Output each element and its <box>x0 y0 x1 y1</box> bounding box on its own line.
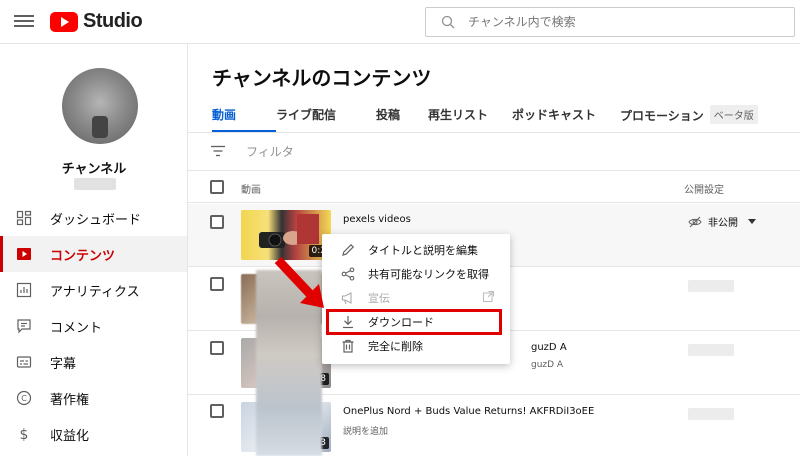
search-input[interactable] <box>468 15 768 29</box>
page-title: チャンネルのコンテンツ <box>212 66 432 90</box>
menu-item-promote: 宣伝 <box>322 286 510 310</box>
menu-item-label: 完全に削除 <box>368 340 423 353</box>
tab-label: ライブ配信 <box>276 108 337 122</box>
app-header: Studio <box>0 0 800 44</box>
video-description[interactable]: 説明を追加 <box>343 424 388 437</box>
hamburger-menu-icon[interactable] <box>14 12 34 32</box>
column-header-visibility[interactable]: 公開設定 <box>684 181 724 196</box>
select-all-checkbox[interactable] <box>210 180 224 194</box>
filter-bar[interactable]: フィルタ <box>188 133 800 171</box>
video-options-menu: タイトルと説明を編集 共有可能なリンクを取得 宣伝 ダウンロード 完全に削除 <box>322 234 510 364</box>
external-link-icon <box>483 291 494 305</box>
logo-text: Studio <box>83 10 143 32</box>
search-box[interactable] <box>425 7 795 37</box>
menu-item-edit-title[interactable]: タイトルと説明を編集 <box>322 238 510 262</box>
youtube-play-icon <box>50 11 78 32</box>
copyright-icon: C <box>14 388 34 408</box>
tab-label: プロモーション <box>620 109 704 123</box>
sidebar-item-label: コンテンツ <box>50 248 116 264</box>
tab-label: ポッドキャスト <box>512 108 597 122</box>
caret-down-icon <box>748 218 756 224</box>
visibility-dropdown[interactable]: 非公開 <box>688 214 756 229</box>
tab-label: 再生リスト <box>428 108 489 122</box>
content-tabs: 動画 ライブ配信 投稿 再生リスト ポッドキャスト プロモーション ベータ版 <box>212 100 780 133</box>
filter-label: フィルタ <box>246 145 294 159</box>
channel-handle-redacted <box>74 178 116 190</box>
megaphone-icon <box>340 290 356 306</box>
row-checkbox[interactable] <box>210 404 224 418</box>
share-icon <box>340 266 356 282</box>
sidebar-item-monetization[interactable]: $ 収益化 <box>0 416 187 452</box>
comments-icon <box>14 316 34 336</box>
channel-name: チャンネル <box>61 162 127 177</box>
sidebar-item-subtitles[interactable]: 字幕 <box>0 344 187 380</box>
sidebar-item-label: アナリティクス <box>50 284 140 300</box>
annotation-arrow-icon <box>274 256 324 308</box>
search-icon <box>434 15 462 29</box>
download-highlight-box <box>326 309 502 335</box>
svg-text:C: C <box>21 394 27 403</box>
sidebar-item-dashboard[interactable]: ダッシュボード <box>0 200 187 236</box>
sidebar-item-label: ダッシュボード <box>50 212 142 228</box>
row-checkbox[interactable] <box>210 341 224 355</box>
eye-off-icon <box>688 216 702 227</box>
sidebar-item-comments[interactable]: コメント <box>0 308 187 344</box>
visibility-redacted <box>688 280 734 292</box>
visibility-redacted <box>688 344 734 356</box>
sidebar-item-label: 収益化 <box>50 428 90 444</box>
menu-item-delete[interactable]: 完全に削除 <box>322 334 510 358</box>
row-checkbox[interactable] <box>210 277 224 291</box>
tab-promotions[interactable]: プロモーション ベータ版 <box>620 100 780 132</box>
tab-playlists[interactable]: 再生リスト <box>428 100 512 132</box>
tab-podcasts[interactable]: ポッドキャスト <box>512 100 620 132</box>
beta-badge: ベータ版 <box>709 105 758 124</box>
row-checkbox[interactable] <box>210 215 224 229</box>
menu-item-label: 宣伝 <box>368 292 390 305</box>
pencil-icon <box>340 242 356 258</box>
sidebar-item-copyright[interactable]: C 著作権 <box>0 380 187 416</box>
sidebar-item-label: 字幕 <box>50 356 77 372</box>
menu-item-label: タイトルと説明を編集 <box>368 244 478 257</box>
youtube-studio-logo[interactable]: Studio <box>50 10 143 33</box>
menu-item-share-link[interactable]: 共有可能なリンクを取得 <box>322 262 510 286</box>
tab-live[interactable]: ライブ配信 <box>276 100 376 132</box>
analytics-icon <box>14 280 34 300</box>
visibility-redacted <box>688 408 734 420</box>
filter-icon[interactable] <box>210 142 226 161</box>
sidebar-item-label: コメント <box>50 320 103 336</box>
video-title[interactable]: guzD A <box>531 342 567 353</box>
video-description: guzD A <box>531 360 564 370</box>
tab-posts[interactable]: 投稿 <box>376 100 428 132</box>
tab-label: 投稿 <box>376 108 401 122</box>
content-icon <box>14 244 34 264</box>
trash-icon <box>340 338 356 354</box>
sidebar-nav: ダッシュボード コンテンツ アナリティクス コメント 字幕 C 著作権 $ 収益… <box>0 200 187 452</box>
sidebar: チャンネル ダッシュボード コンテンツ アナリティクス コメント 字幕 C 著作… <box>0 44 188 456</box>
video-thumbnail[interactable]: 0:2 <box>241 210 331 260</box>
table-header: 動画 公開設定 <box>188 171 800 203</box>
svg-text:$: $ <box>20 427 29 442</box>
video-title[interactable]: pexels videos <box>343 214 411 225</box>
sidebar-item-label: 著作権 <box>50 392 90 408</box>
menu-item-label: 共有可能なリンクを取得 <box>368 268 489 281</box>
column-header-video: 動画 <box>241 185 261 196</box>
sidebar-item-content[interactable]: コンテンツ <box>0 236 187 272</box>
dashboard-icon <box>14 208 34 228</box>
tab-videos[interactable]: 動画 <box>212 100 276 133</box>
visibility-label: 非公開 <box>708 218 738 229</box>
sidebar-item-analytics[interactable]: アナリティクス <box>0 272 187 308</box>
tab-label: 動画 <box>212 108 237 122</box>
channel-avatar[interactable] <box>62 68 138 144</box>
monetization-icon: $ <box>14 424 34 444</box>
video-title[interactable]: OnePlus Nord + Buds Value Returns! AKFRD… <box>343 406 594 417</box>
subtitles-icon <box>14 352 34 372</box>
